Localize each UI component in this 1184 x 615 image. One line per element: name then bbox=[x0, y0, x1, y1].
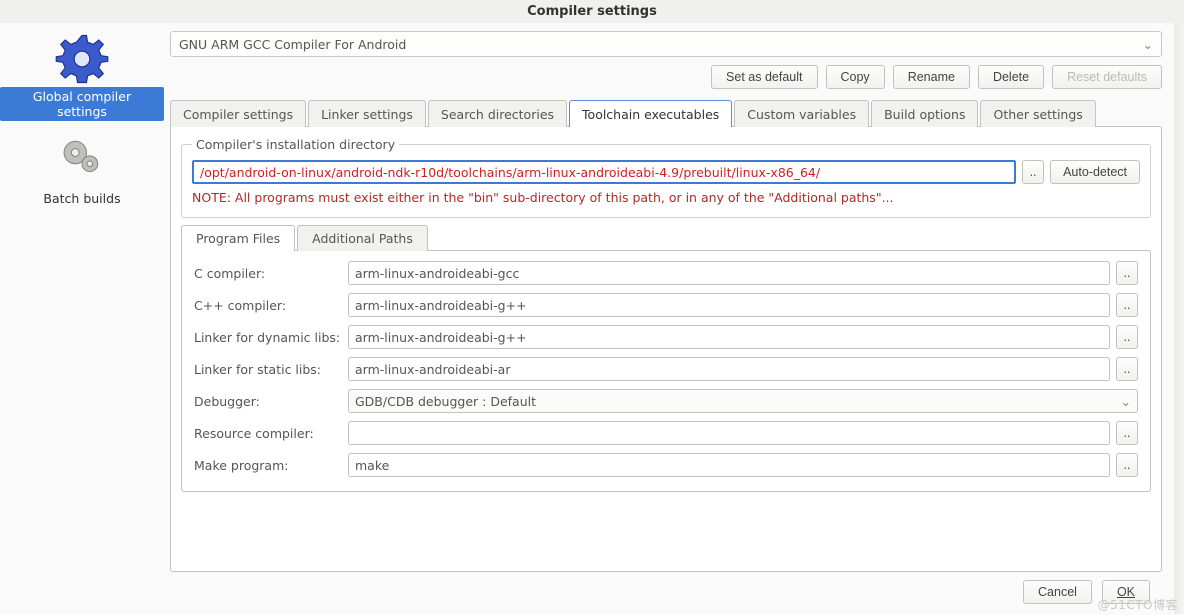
make-program-browse[interactable]: .. bbox=[1116, 453, 1138, 477]
install-dir-note: NOTE: All programs must exist either in … bbox=[192, 190, 1140, 205]
gears-icon bbox=[54, 129, 110, 185]
program-files-panel: C compiler: .. C++ compiler: .. Linker f… bbox=[181, 250, 1151, 492]
row-make-program: Make program: .. bbox=[194, 453, 1138, 477]
row-resource-compiler: Resource compiler: .. bbox=[194, 421, 1138, 445]
toolchain-executables-panel: Compiler's installation directory .. Aut… bbox=[170, 126, 1162, 572]
linker-static-input[interactable] bbox=[348, 357, 1110, 381]
copy-button[interactable]: Copy bbox=[826, 65, 885, 89]
main-panel: GNU ARM GCC Compiler For Android ⌄ Set a… bbox=[164, 23, 1174, 614]
tab-custom-variables[interactable]: Custom variables bbox=[734, 100, 869, 127]
field-label: C++ compiler: bbox=[194, 298, 342, 313]
tab-compiler-settings[interactable]: Compiler settings bbox=[170, 100, 306, 127]
linker-static-browse[interactable]: .. bbox=[1116, 357, 1138, 381]
compiler-selector[interactable]: GNU ARM GCC Compiler For Android ⌄ bbox=[170, 31, 1162, 57]
linker-dynamic-input[interactable] bbox=[348, 325, 1110, 349]
gear-icon bbox=[54, 31, 110, 87]
compiler-action-row: Set as default Copy Rename Delete Reset … bbox=[170, 65, 1162, 89]
delete-button[interactable]: Delete bbox=[978, 65, 1044, 89]
ok-button[interactable]: OK bbox=[1102, 580, 1150, 604]
sidebar: Global compiler settings Batch builds bbox=[0, 23, 164, 614]
sidebar-item-label: Global compiler settings bbox=[0, 87, 164, 121]
autodetect-button[interactable]: Auto-detect bbox=[1050, 160, 1140, 184]
install-dir-browse-button[interactable]: .. bbox=[1022, 160, 1044, 184]
field-label: Linker for dynamic libs: bbox=[194, 330, 342, 345]
tab-toolchain-executables[interactable]: Toolchain executables bbox=[569, 100, 732, 127]
install-dir-group: Compiler's installation directory .. Aut… bbox=[181, 137, 1151, 218]
scrollbar-rail[interactable] bbox=[1174, 23, 1184, 614]
field-label: C compiler: bbox=[194, 266, 342, 281]
debugger-value: GDB/CDB debugger : Default bbox=[355, 394, 536, 409]
field-label: Linker for static libs: bbox=[194, 362, 342, 377]
c-compiler-browse[interactable]: .. bbox=[1116, 261, 1138, 285]
c-compiler-input[interactable] bbox=[348, 261, 1110, 285]
linker-dynamic-browse[interactable]: .. bbox=[1116, 325, 1138, 349]
cpp-compiler-browse[interactable]: .. bbox=[1116, 293, 1138, 317]
chevron-down-icon: ⌄ bbox=[1143, 37, 1153, 52]
field-label: Resource compiler: bbox=[194, 426, 342, 441]
tab-build-options[interactable]: Build options bbox=[871, 100, 978, 127]
sidebar-item-label: Batch builds bbox=[43, 191, 120, 206]
tab-search-directories[interactable]: Search directories bbox=[428, 100, 567, 127]
resource-compiler-input[interactable] bbox=[348, 421, 1110, 445]
install-dir-input[interactable] bbox=[192, 160, 1016, 184]
subtab-additional-paths[interactable]: Additional Paths bbox=[297, 225, 428, 251]
sidebar-item-global-compiler-settings[interactable]: Global compiler settings bbox=[0, 29, 164, 127]
resource-compiler-browse[interactable]: .. bbox=[1116, 421, 1138, 445]
row-linker-static: Linker for static libs: .. bbox=[194, 357, 1138, 381]
cpp-compiler-input[interactable] bbox=[348, 293, 1110, 317]
cancel-button[interactable]: Cancel bbox=[1023, 580, 1092, 604]
reset-defaults-button: Reset defaults bbox=[1052, 65, 1162, 89]
row-cpp-compiler: C++ compiler: .. bbox=[194, 293, 1138, 317]
field-label: Debugger: bbox=[194, 394, 342, 409]
sub-tabstrip: Program Files Additional Paths bbox=[181, 224, 1151, 250]
row-c-compiler: C compiler: .. bbox=[194, 261, 1138, 285]
chevron-down-icon: ⌄ bbox=[1121, 394, 1131, 409]
set-default-button[interactable]: Set as default bbox=[711, 65, 817, 89]
dialog-footer: Cancel OK bbox=[170, 572, 1162, 614]
tab-linker-settings[interactable]: Linker settings bbox=[308, 100, 426, 127]
make-program-input[interactable] bbox=[348, 453, 1110, 477]
subtab-program-files[interactable]: Program Files bbox=[181, 225, 295, 251]
rename-button[interactable]: Rename bbox=[893, 65, 970, 89]
row-linker-dynamic: Linker for dynamic libs: .. bbox=[194, 325, 1138, 349]
row-debugger: Debugger: GDB/CDB debugger : Default ⌄ bbox=[194, 389, 1138, 413]
debugger-select[interactable]: GDB/CDB debugger : Default ⌄ bbox=[348, 389, 1138, 413]
compiler-selector-value: GNU ARM GCC Compiler For Android bbox=[179, 37, 406, 52]
main-tabstrip: Compiler settings Linker settings Search… bbox=[170, 99, 1162, 126]
install-dir-legend: Compiler's installation directory bbox=[192, 137, 399, 152]
field-label: Make program: bbox=[194, 458, 342, 473]
tab-other-settings[interactable]: Other settings bbox=[980, 100, 1095, 127]
window-title: Compiler settings bbox=[0, 0, 1184, 23]
sidebar-item-batch-builds[interactable]: Batch builds bbox=[0, 127, 164, 212]
